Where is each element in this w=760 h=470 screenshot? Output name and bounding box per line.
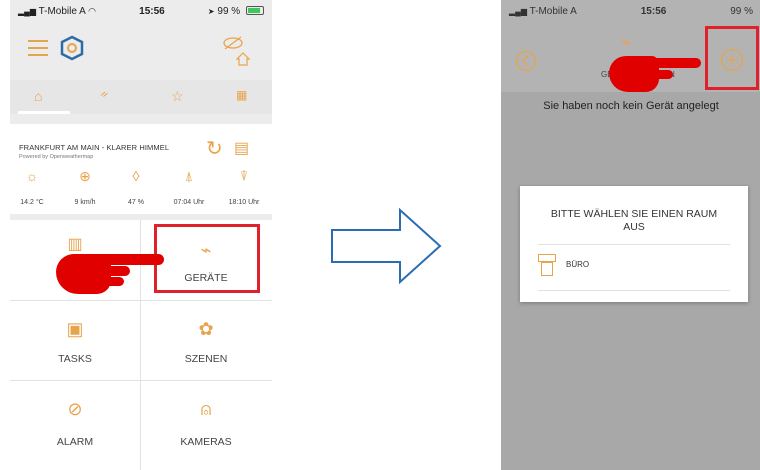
logo-icon xyxy=(60,35,84,61)
status-bar-right: ▂▄▆ T-Mobile A 15:56 99 % xyxy=(501,0,760,22)
tile-szenen-label: SZENEN xyxy=(184,353,228,365)
eye-off-icon[interactable] xyxy=(222,36,244,50)
humidity-icon: ◊ xyxy=(132,168,140,184)
home-icon[interactable] xyxy=(236,52,250,66)
carrier-label-right: T-Mobile A xyxy=(529,5,577,17)
camera-icon: ⍝ xyxy=(200,399,212,419)
tab-calendar-icon[interactable]: ▦ xyxy=(236,88,247,102)
clock-right: 15:56 xyxy=(640,5,667,17)
shield-off-icon: ⊘ xyxy=(67,399,83,419)
location-icon: ➤ xyxy=(207,6,215,16)
tasks-calendar-icon: ▣ xyxy=(66,319,84,339)
sunset-icon: ⍒ xyxy=(239,168,249,184)
wind-icon: ⊕ xyxy=(79,168,91,184)
empty-message: Sie haben noch kein Gerät angelegt xyxy=(543,100,719,112)
room-label: BÜRO xyxy=(566,260,590,269)
weather-wind: 9 km/h xyxy=(74,199,96,206)
hand-pointer-icon xyxy=(56,250,166,295)
plug-icon-header: ⌁ xyxy=(621,32,632,52)
tab-favorites-icon[interactable]: ☆ xyxy=(171,88,184,105)
add-icon[interactable] xyxy=(720,48,744,72)
tab-home-icon[interactable]: ⌂ xyxy=(34,88,42,104)
sunrise-icon: ⍋ xyxy=(184,168,194,184)
tile-szenen[interactable]: ✿ SZENEN xyxy=(141,301,272,381)
tab-devices-icon[interactable]: ᨀ xyxy=(100,88,109,101)
scenes-icon: ✿ xyxy=(198,319,214,339)
left-phone-screen: ▂▄▆ T-Mobile A ◠ 15:56 ➤ 99 % ⌂ ᨀ ☆ ▦ FR… xyxy=(10,0,272,470)
weather-temperature: 14.2 °C xyxy=(20,199,44,206)
right-phone-screen: ▂▄▆ T-Mobile A 15:56 99 % ⌁ GE N Sie hab… xyxy=(501,0,760,470)
tile-kameras[interactable]: ⍝ KAMERAS xyxy=(141,381,272,470)
clock: 15:56 xyxy=(139,5,165,17)
weather-card: FRANKFURT AM MAIN - KLARER HIMMEL Powere… xyxy=(10,124,272,214)
weather-sunrise: 07:04 Uhr xyxy=(173,199,205,206)
tab-active-indicator xyxy=(18,111,70,114)
weather-powered-by: Powered by Openweathermap xyxy=(19,154,94,160)
tile-alarm-label: ALARM xyxy=(56,436,94,448)
arrow-right-icon xyxy=(331,208,442,284)
battery-percent: 99 % xyxy=(217,5,241,17)
battery-icon xyxy=(245,6,264,16)
dialog-title: BITTE WÄHLEN SIE EINEN RAUM AUS xyxy=(550,208,718,233)
room-select-dialog: BITTE WÄHLEN SIE EINEN RAUM AUS BÜRO xyxy=(520,186,748,302)
calendar-icon[interactable]: ▤ xyxy=(234,138,249,158)
battery-percent-right: 99 % xyxy=(730,5,753,17)
header-right: ⌁ GE N xyxy=(501,22,760,92)
hand-pointer-icon-right xyxy=(609,54,701,94)
signal-icon-right: ▂▄▆ xyxy=(509,6,527,16)
status-bar: ▂▄▆ T-Mobile A ◠ 15:56 ➤ 99 % xyxy=(10,0,272,22)
app-header xyxy=(10,22,272,80)
weather-sunset: 18:10 Uhr xyxy=(228,199,260,206)
refresh-icon[interactable]: ↻ xyxy=(206,136,223,161)
sun-icon: ☼ xyxy=(25,168,39,184)
weather-location: FRANKFURT AM MAIN - KLARER HIMMEL xyxy=(19,143,170,152)
weather-humidity: 47 % xyxy=(128,199,144,206)
tile-tasks-label: TASKS xyxy=(58,353,92,365)
tab-bar: ⌂ ᨀ ☆ ▦ xyxy=(10,80,272,114)
room-item-buero[interactable]: BÜRO xyxy=(534,252,734,284)
tile-alarm[interactable]: ⊘ ALARM xyxy=(10,381,140,470)
tile-tasks[interactable]: ▣ TASKS xyxy=(10,301,140,381)
room-icon xyxy=(538,254,556,276)
tile-kameras-label: KAMERAS xyxy=(180,436,232,448)
menu-icon[interactable] xyxy=(28,40,48,56)
back-icon[interactable] xyxy=(515,50,537,72)
carrier-label: T-Mobile A xyxy=(38,5,86,17)
highlight-box xyxy=(154,224,260,293)
signal-icon: ▂▄▆ xyxy=(18,6,36,16)
wifi-icon: ◠ xyxy=(88,5,96,16)
